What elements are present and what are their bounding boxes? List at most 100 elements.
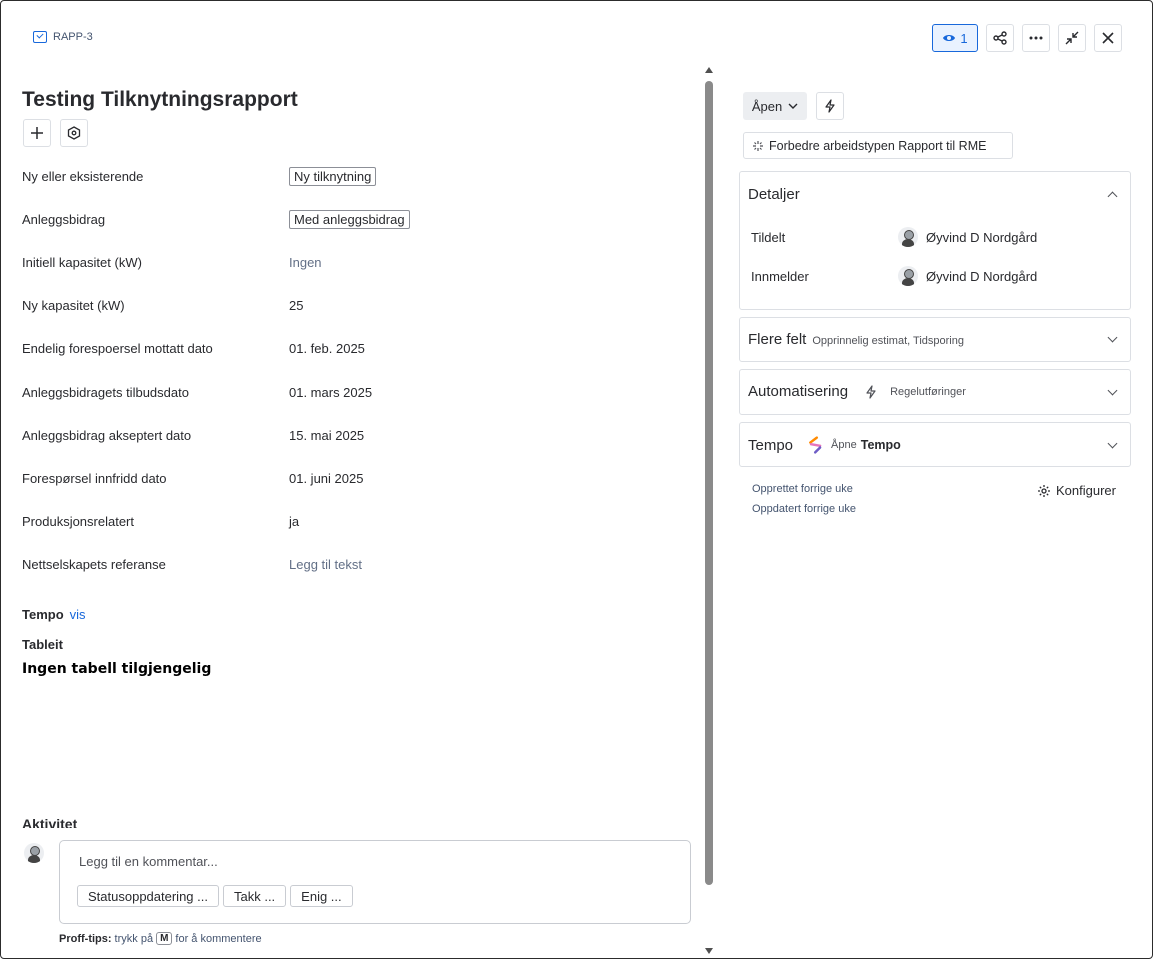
chip-status-update[interactable]: Statusoppdatering ... <box>77 885 219 907</box>
reporter-row: Innmelder Øyvind D Nordgård <box>751 266 1111 286</box>
chip-agree[interactable]: Enig ... <box>290 885 353 907</box>
field-value-placeholder[interactable]: Legg til tekst <box>289 557 362 572</box>
close-icon <box>1102 32 1114 44</box>
field-label: Produksjonsrelatert <box>22 513 134 529</box>
watch-count: 1 <box>960 30 968 46</box>
apps-button[interactable] <box>60 119 88 147</box>
field-row: Forespørsel innfridd dato 01. juni 2025 <box>22 467 682 489</box>
chevron-up-icon[interactable] <box>1107 191 1118 202</box>
field-row: Initiell kapasitet (kW) Ingen <box>22 251 682 273</box>
no-table-message: Ingen tabell tilgjengelig <box>22 661 212 677</box>
field-value[interactable]: 01. mars 2025 <box>289 385 372 400</box>
main-scrollbar[interactable] <box>703 67 715 958</box>
field-row: Ny eller eksisterende Ny tilknytning <box>22 165 682 187</box>
assignee-label: Tildelt <box>751 229 786 245</box>
field-row: Nettselskapets referanse Legg til tekst <box>22 553 682 575</box>
field-label: Anleggsbidragets tilbudsdato <box>22 384 189 400</box>
lightning-icon <box>825 99 835 113</box>
reporter-user[interactable]: Øyvind D Nordgård <box>898 266 1037 286</box>
issue-modal: RAPP-3 1 Testing Tilknytningsrapport Ny … <box>0 0 1153 959</box>
collapse-button[interactable] <box>1058 24 1086 52</box>
automation-title: Automatisering <box>748 383 849 400</box>
activity-heading: Aktivitet <box>22 816 78 828</box>
field-value-tag[interactable]: Med anleggsbidrag <box>289 209 410 229</box>
scroll-up-arrow[interactable] <box>705 67 713 73</box>
tempo-panel[interactable]: Tempo Åpne Tempo <box>739 422 1131 467</box>
tempo-header: Tempo Åpne Tempo <box>748 435 901 455</box>
field-row: Anleggsbidragets tilbudsdato 01. mars 20… <box>22 381 682 403</box>
pro-tip: Proff-tips: trykk på M for å kommentere <box>59 932 262 945</box>
details-panel: Detaljer Tildelt Øyvind D Nordgård Innme… <box>739 171 1131 310</box>
field-label: Ny eller eksisterende <box>22 168 144 184</box>
issue-key-breadcrumb[interactable]: RAPP-3 <box>33 31 93 43</box>
tempo-show-link[interactable]: vis <box>70 607 86 622</box>
issue-main-content: Testing Tilknytningsrapport Ny eller eks… <box>1 61 701 958</box>
comment-editor[interactable]: Legg til en kommentar... Statusoppdateri… <box>59 840 691 924</box>
chevron-down-icon[interactable] <box>1107 332 1118 343</box>
more-fields-title: Flere felt <box>748 331 807 348</box>
field-row: Produksjonsrelatert ja <box>22 510 682 532</box>
field-value[interactable]: 15. mai 2025 <box>289 428 364 443</box>
tempo-title: Tempo <box>748 436 794 454</box>
details-title: Detaljer <box>748 186 800 203</box>
tempo-logo-icon <box>809 436 822 454</box>
more-fields-subtitle: Opprinnelig estimat, Tidsporing <box>812 335 964 347</box>
field-label: Endelig forespoersel mottatt dato <box>22 340 213 356</box>
status-dropdown[interactable]: Åpen <box>743 92 807 120</box>
automation-button[interactable] <box>816 92 844 120</box>
field-value[interactable]: 01. feb. 2025 <box>289 341 365 356</box>
automation-panel[interactable]: Automatisering Regelutføringer <box>739 369 1131 415</box>
plus-icon <box>31 127 43 139</box>
reporter-name: Øyvind D Nordgård <box>926 268 1038 284</box>
collapse-icon <box>1065 31 1079 45</box>
share-icon <box>993 31 1007 45</box>
created-date: Opprettet forrige uke <box>752 483 853 495</box>
improve-label: Forbedre arbeidstypen Rapport til RME <box>769 138 987 153</box>
chip-thanks[interactable]: Takk ... <box>222 885 287 907</box>
field-value[interactable]: 25 <box>289 298 303 313</box>
top-actions: 1 <box>932 24 1122 52</box>
assignee-avatar <box>898 227 918 247</box>
field-value[interactable]: 01. juni 2025 <box>289 471 363 486</box>
chevron-down-icon[interactable] <box>1107 385 1118 396</box>
configure-button[interactable]: Konfigurer <box>1037 483 1116 498</box>
protip-text-pre: trykk på <box>114 932 154 945</box>
automation-subtitle: Regelutføringer <box>890 385 966 398</box>
task-type-icon <box>33 31 47 43</box>
field-value[interactable]: ja <box>289 514 299 529</box>
details-header[interactable]: Detaljer <box>748 186 800 203</box>
sparkle-icon <box>753 140 763 151</box>
current-user-avatar <box>24 843 44 863</box>
reporter-label: Innmelder <box>751 268 809 284</box>
field-value-tag[interactable]: Ny tilknytning <box>289 166 377 186</box>
field-row: Anleggsbidrag akseptert dato 15. mai 202… <box>22 424 682 446</box>
more-fields-panel[interactable]: Flere felt Opprinnelig estimat, Tidspori… <box>739 317 1131 362</box>
scroll-thumb[interactable] <box>705 81 713 885</box>
status-label: Åpen <box>751 98 783 114</box>
chevron-down-icon <box>788 103 798 109</box>
field-row: Endelig forespoersel mottatt dato 01. fe… <box>22 337 682 359</box>
field-label: Anleggsbidrag akseptert dato <box>22 427 192 443</box>
watch-button[interactable]: 1 <box>932 24 978 52</box>
field-value[interactable]: Ingen <box>289 255 322 270</box>
share-button[interactable] <box>986 24 1014 52</box>
assignee-name: Øyvind D Nordgård <box>926 229 1038 245</box>
close-button[interactable] <box>1094 24 1122 52</box>
improve-issue-type-button[interactable]: Forbedre arbeidstypen Rapport til RME <box>743 132 1013 159</box>
issue-key[interactable]: RAPP-3 <box>53 31 93 43</box>
assignee-user[interactable]: Øyvind D Nordgård <box>898 227 1037 247</box>
more-actions-button[interactable] <box>1022 24 1050 52</box>
add-button[interactable] <box>23 119 51 147</box>
issue-title[interactable]: Testing Tilknytningsrapport <box>22 88 298 112</box>
field-label: Anleggsbidrag <box>22 211 106 227</box>
comment-placeholder[interactable]: Legg til en kommentar... <box>79 854 218 869</box>
tempo-open-app[interactable]: Tempo <box>861 438 901 452</box>
scroll-down-arrow[interactable] <box>705 948 713 954</box>
more-icon <box>1029 36 1043 40</box>
updated-date: Oppdatert forrige uke <box>752 503 856 515</box>
tableit-label: Tableit <box>22 637 63 652</box>
chevron-down-icon[interactable] <box>1107 438 1118 449</box>
lightning-icon <box>866 384 876 399</box>
shortcut-key: M <box>156 932 173 945</box>
field-row: Anleggsbidrag Med anleggsbidrag <box>22 208 682 230</box>
